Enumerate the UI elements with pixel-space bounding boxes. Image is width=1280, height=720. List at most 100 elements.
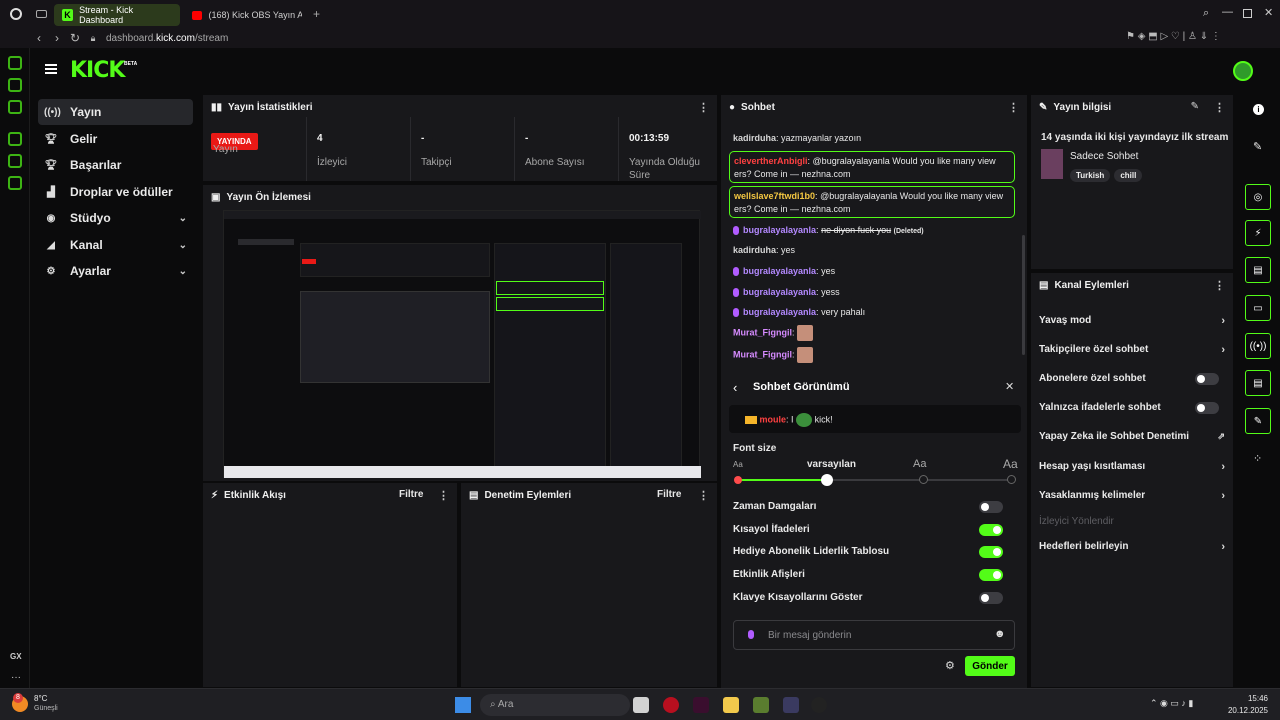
pencil-icon[interactable]: ✎ xyxy=(1253,140,1262,153)
taskbar-search[interactable]: ⌕ Ara xyxy=(480,694,630,716)
camera-icon: ◉ xyxy=(46,212,56,224)
document-tool-icon[interactable]: ▤ xyxy=(1245,257,1271,283)
preview-live xyxy=(302,259,316,264)
opera-taskbar-icon[interactable] xyxy=(663,697,679,713)
share-icon[interactable]: ⁘ xyxy=(1253,452,1262,465)
channel-actions-panel: ▤ Kanal Eylemleri ⋮ Yavaş mod › Takipçiler… xyxy=(1030,272,1234,688)
rail-music-icon[interactable] xyxy=(8,100,22,114)
sidebar-item-yayin[interactable]: ((•)) Yayın xyxy=(38,99,193,125)
chat-input[interactable]: Bir mesaj gönderin ☻ xyxy=(733,620,1015,650)
action-account-age[interactable]: Hesap yaşı kısıtlaması › xyxy=(1039,461,1225,473)
chat-settings-icon[interactable]: ⚙ xyxy=(945,659,955,672)
rail-messenger-icon[interactable] xyxy=(8,78,22,92)
chat-message: bugralayalayanla: yes xyxy=(733,266,835,277)
url-text[interactable]: dashboard.kick.com/stream xyxy=(106,33,228,44)
back-icon[interactable]: ‹ xyxy=(30,31,48,45)
camera-tool-icon[interactable]: ◎ xyxy=(1245,184,1271,210)
close-window-icon[interactable]: ✕ xyxy=(1264,6,1273,19)
chat-bubble-icon: ● xyxy=(729,102,736,113)
wrench-tool-icon[interactable]: ✎ xyxy=(1245,408,1271,434)
more-options-icon[interactable]: ⋮ xyxy=(438,489,449,502)
chat-message: bugralayalayanla: very pahalı xyxy=(733,307,865,318)
more-options-icon[interactable]: ⋮ xyxy=(698,101,709,114)
channel-tool-icon[interactable]: ▤ xyxy=(1245,370,1271,396)
rail-game-icon[interactable] xyxy=(8,176,22,190)
action-subscribers-only: Abonelere özel sohbet xyxy=(1039,373,1225,385)
obs-icon[interactable] xyxy=(811,697,827,713)
extensions-icon[interactable]: ⚑ ◈ ⬒ ▷ ♡ | ♙ ⇓ ⋮ xyxy=(1126,31,1221,42)
back-icon[interactable]: ‹ xyxy=(733,380,737,395)
system-tray-icons[interactable]: ⌃ ◉ ▭ ♪ ▮ xyxy=(1150,698,1193,709)
gift-leaderboard-toggle[interactable] xyxy=(979,546,1003,558)
sidebar-item-kanal[interactable]: ◢ Kanal ⌄ xyxy=(38,232,193,258)
reload-icon[interactable]: ↻ xyxy=(66,31,84,45)
keyboard-shortcuts-toggle[interactable] xyxy=(979,592,1003,604)
broadcast-tool-icon[interactable]: ((•)) xyxy=(1245,333,1271,359)
font-size-slider-thumb[interactable] xyxy=(821,474,833,486)
search-icon[interactable]: ⌕ xyxy=(1203,7,1209,20)
stat-sure: 00:13:59 Yayında Olduğu Süre xyxy=(618,117,718,181)
menu-icon[interactable] xyxy=(45,64,57,66)
action-banned-words[interactable]: Yasaklanmış kelimeler › xyxy=(1039,490,1225,502)
activity-filter-button[interactable]: Filtre xyxy=(399,489,423,500)
rail-app-icon[interactable] xyxy=(8,56,22,70)
lightning-icon: ⚡︎ xyxy=(211,490,219,501)
sidebar-item-ayarlar[interactable]: ⚙ Ayarlar ⌄ xyxy=(38,258,193,284)
action-followers-only[interactable]: Takipçilere özel sohbet › xyxy=(1039,344,1225,356)
task-view-icon[interactable] xyxy=(633,697,649,713)
sidebar-item-basarilar[interactable]: 🏆︎ Başarılar xyxy=(38,152,193,178)
font-size-slider[interactable] xyxy=(734,474,1016,486)
activity-title: Etkinlik Akışı xyxy=(224,490,286,501)
more-icon[interactable]: ··· xyxy=(11,672,21,683)
app-taskbar-icon[interactable] xyxy=(693,697,709,713)
minecraft-icon[interactable] xyxy=(753,697,769,713)
close-icon[interactable]: ✕ xyxy=(1005,380,1014,393)
edit-icon[interactable]: ✎ xyxy=(1191,101,1199,112)
profile-avatar[interactable] xyxy=(1233,61,1253,81)
preview-video[interactable] xyxy=(223,210,701,478)
new-tab-icon[interactable]: + xyxy=(313,7,320,21)
windows-start-icon[interactable] xyxy=(455,697,471,713)
slider-stop xyxy=(1007,475,1016,484)
action-slow-mode[interactable]: Yavaş mod › xyxy=(1039,315,1225,327)
action-ai-moderation[interactable]: Yapay Zeka ile Sohbet Denetimi ⇗ xyxy=(1039,431,1225,442)
tab-kick-dashboard[interactable]: K Stream - Kick Dashboard xyxy=(54,4,180,26)
minimize-icon[interactable]: — xyxy=(1222,6,1233,18)
info-icon[interactable]: i xyxy=(1253,104,1264,115)
gx-label[interactable]: GX xyxy=(10,652,22,661)
emoji-icon[interactable]: ☻ xyxy=(994,628,1006,640)
subscribers-only-toggle[interactable] xyxy=(1195,373,1219,385)
moderation-filter-button[interactable]: Filtre xyxy=(657,489,681,500)
action-set-goals[interactable]: Hedefleri belirleyin › xyxy=(1039,541,1225,553)
forward-icon[interactable]: › xyxy=(48,31,66,45)
font-size-label: Font size xyxy=(733,443,777,454)
file-explorer-icon[interactable] xyxy=(723,697,739,713)
more-options-icon[interactable]: ⋮ xyxy=(1214,101,1225,114)
emote-shortcuts-toggle[interactable] xyxy=(979,524,1003,536)
more-options-icon[interactable]: ⋮ xyxy=(698,489,709,502)
rail-player-icon[interactable] xyxy=(8,132,22,146)
event-banners-toggle[interactable] xyxy=(979,569,1003,581)
clock-date[interactable]: 20.12.2025 xyxy=(1218,706,1268,715)
sidebar-item-gelir[interactable]: 🏆︎ Gelir xyxy=(38,126,193,152)
app-taskbar-icon[interactable] xyxy=(783,697,799,713)
stream-info-panel: ✎ Yayın bilgisi ✎ ⋮ 14 yaşında iki kişi y… xyxy=(1030,94,1234,270)
more-options-icon[interactable]: ⋮ xyxy=(1008,101,1019,114)
more-options-icon[interactable]: ⋮ xyxy=(1214,279,1225,292)
sidebar-item-droplar[interactable]: ▟ Droplar ve ödüller xyxy=(38,179,193,205)
clock-time[interactable]: 15:46 xyxy=(1234,694,1268,703)
emotes-only-toggle[interactable] xyxy=(1195,402,1219,414)
chat-scrollbar[interactable] xyxy=(1022,235,1025,355)
maximize-icon[interactable] xyxy=(1243,9,1252,18)
chat-tool-icon[interactable]: ▭ xyxy=(1245,295,1271,321)
kick-logo[interactable]: KICK xyxy=(70,58,125,83)
chevron-right-icon: › xyxy=(1221,315,1225,327)
lightning-tool-icon[interactable]: ⚡︎ xyxy=(1245,220,1271,246)
rail-tools-icon[interactable] xyxy=(8,154,22,168)
opera-logo-icon[interactable] xyxy=(10,8,22,20)
send-button[interactable]: Gönder xyxy=(965,656,1015,676)
workspaces-icon[interactable] xyxy=(36,10,47,18)
timestamps-toggle[interactable] xyxy=(979,501,1003,513)
tab-youtube[interactable]: (168) Kick OBS Yayın Ayar xyxy=(184,4,310,26)
sidebar-item-studyo[interactable]: ◉ Stüdyo ⌄ xyxy=(38,205,193,231)
